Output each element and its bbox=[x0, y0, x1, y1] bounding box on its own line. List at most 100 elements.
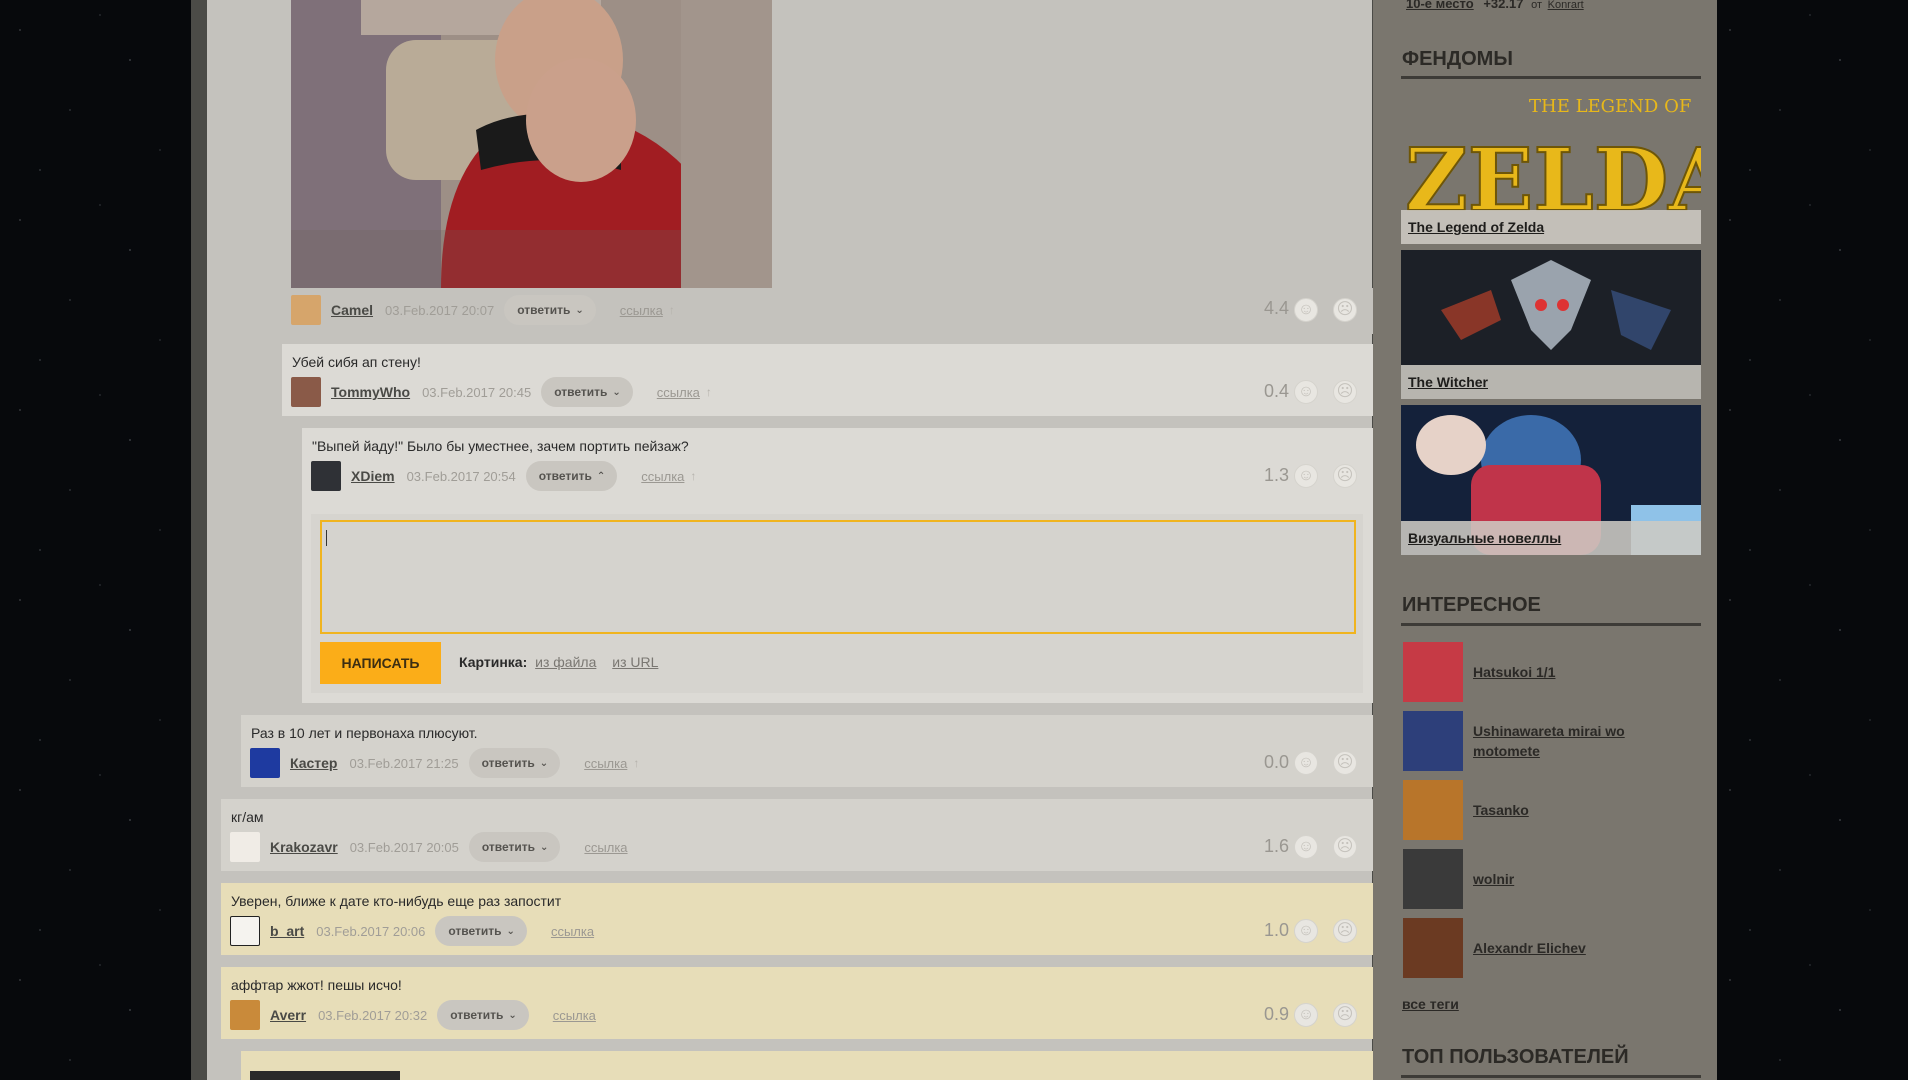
upload-from-file-link[interactable]: из файла bbox=[535, 654, 596, 670]
tag-thumbnail[interactable] bbox=[1403, 780, 1463, 840]
comment-link[interactable]: ссылка bbox=[551, 924, 594, 939]
arrow-up-icon[interactable]: ↑ bbox=[669, 303, 675, 317]
tag-item[interactable]: Tasanko bbox=[1403, 780, 1663, 840]
reply-button[interactable]: ответить ⌄ bbox=[504, 295, 596, 325]
comment-date: 03.Feb.2017 20:32 bbox=[318, 1007, 428, 1023]
comment-image[interactable] bbox=[250, 1071, 400, 1080]
comment-block bbox=[241, 1051, 1373, 1080]
comment-score: 0.4 bbox=[1263, 381, 1289, 401]
chevron-down-icon: ⌄ bbox=[508, 1009, 517, 1021]
tag-thumbnail[interactable] bbox=[1403, 642, 1463, 702]
avatar[interactable] bbox=[230, 832, 260, 862]
comment-text: Уверен, ближе к дате кто-нибудь еще раз … bbox=[231, 893, 562, 909]
all-tags-link[interactable]: все теги bbox=[1402, 996, 1459, 1012]
chevron-down-icon: ⌄ bbox=[540, 841, 549, 853]
vote-up-icon[interactable]: ☺ bbox=[1294, 835, 1318, 859]
comment-link[interactable]: ссылка bbox=[657, 385, 700, 400]
arrow-up-icon[interactable]: ↑ bbox=[690, 469, 696, 483]
chevron-down-icon: ⌄ bbox=[539, 757, 549, 769]
reply-button[interactable]: ответить ⌄ bbox=[468, 832, 561, 862]
username[interactable]: XDiem bbox=[351, 468, 395, 484]
username[interactable]: b_art bbox=[270, 923, 304, 939]
avatar[interactable] bbox=[291, 295, 321, 325]
post-image[interactable] bbox=[291, 0, 772, 288]
vote-up-icon[interactable]: ☺ bbox=[1294, 298, 1318, 322]
vote-down-icon[interactable]: ☹ bbox=[1333, 751, 1357, 775]
reply-button[interactable]: ответить ⌄ bbox=[437, 1000, 529, 1030]
tag-item[interactable]: Ushinawareta mirai wo motomete bbox=[1403, 711, 1663, 771]
avatar[interactable] bbox=[250, 748, 280, 778]
vote-down-icon[interactable]: ☹ bbox=[1333, 464, 1357, 488]
rating-score: +32.17 bbox=[1483, 0, 1524, 11]
fandom-visual-novels[interactable]: Визуальные новеллы bbox=[1401, 405, 1701, 555]
fandom-label[interactable]: The Witcher bbox=[1401, 365, 1701, 399]
rating-place[interactable]: 10-е место bbox=[1406, 0, 1474, 11]
comment-score: 1.6 bbox=[1263, 836, 1289, 856]
tag-item[interactable]: Alexandr Elichev bbox=[1403, 918, 1663, 978]
arrow-up-icon[interactable]: ↑ bbox=[633, 756, 639, 770]
vote-up-icon[interactable]: ☺ bbox=[1294, 751, 1318, 775]
upload-from-url-link[interactable]: из URL bbox=[612, 654, 658, 670]
reply-button[interactable]: ответить ⌄ bbox=[541, 377, 633, 407]
reply-button[interactable]: ответить ⌄ bbox=[468, 748, 561, 778]
username[interactable]: Krakozavr bbox=[270, 839, 338, 855]
chevron-up-icon: ⌃ bbox=[596, 470, 606, 482]
tag-item[interactable]: wolnir bbox=[1403, 849, 1663, 909]
comment-text: Раз в 10 лет и первонаха плюсуют. bbox=[251, 725, 478, 741]
top-users-title: ТОП ПОЛЬЗОВАТЕЛЕЙ bbox=[1402, 1046, 1629, 1068]
fandom-label[interactable]: The Legend of Zelda bbox=[1401, 210, 1701, 244]
tag-name[interactable]: Ushinawareta mirai wo motomete bbox=[1473, 721, 1663, 761]
avatar[interactable] bbox=[230, 916, 260, 946]
reply-button[interactable]: ответить ⌃ bbox=[525, 461, 618, 491]
comment-block: кг/ам Krakozavr 03.Feb.2017 20:05 ответи… bbox=[221, 799, 1373, 871]
vote-up-icon[interactable]: ☺ bbox=[1294, 919, 1318, 943]
chevron-down-icon: ⌄ bbox=[575, 304, 584, 316]
vote-down-icon[interactable]: ☹ bbox=[1333, 835, 1357, 859]
comment-link[interactable]: ссылка bbox=[641, 469, 684, 484]
fandom-witcher[interactable]: The Witcher bbox=[1401, 250, 1701, 399]
username[interactable]: TommyWho bbox=[331, 384, 410, 400]
reply-button[interactable]: ответить ⌄ bbox=[435, 916, 527, 946]
vote-down-icon[interactable]: ☹ bbox=[1333, 919, 1357, 943]
tag-item[interactable]: Hatsukoi 1/1 bbox=[1403, 642, 1663, 702]
vote-up-icon[interactable]: ☺ bbox=[1294, 1003, 1318, 1027]
tag-thumbnail[interactable] bbox=[1403, 918, 1463, 978]
username[interactable]: Кастер bbox=[290, 755, 337, 771]
username[interactable]: Camel bbox=[331, 302, 373, 318]
fandom-zelda[interactable]: THE LEGEND OF ZELDA The Legend of Zelda bbox=[1401, 90, 1701, 244]
avatar[interactable] bbox=[291, 377, 321, 407]
comment-date: 03.Feb.2017 20:05 bbox=[349, 839, 459, 855]
comment-block: Убей сибя ап стену! TommyWho 03.Feb.2017… bbox=[282, 344, 1373, 416]
submit-button[interactable]: НАПИСАТЬ bbox=[320, 642, 441, 684]
arrow-up-icon[interactable]: ↑ bbox=[706, 385, 712, 399]
tag-name[interactable]: Hatsukoi 1/1 bbox=[1473, 662, 1663, 682]
comment-score: 0.0 bbox=[1263, 752, 1289, 772]
divider bbox=[1401, 76, 1701, 79]
vote-down-icon[interactable]: ☹ bbox=[1333, 298, 1357, 322]
rating-strip: 10-е место +32.17 от Konrart bbox=[1406, 0, 1584, 11]
rating-user[interactable]: Konrart bbox=[1548, 0, 1584, 11]
reply-textarea[interactable] bbox=[320, 520, 1356, 634]
vote-down-icon[interactable]: ☹ bbox=[1333, 1003, 1357, 1027]
avatar[interactable] bbox=[230, 1000, 260, 1030]
vote-up-icon[interactable]: ☺ bbox=[1294, 464, 1318, 488]
chevron-down-icon: ⌄ bbox=[506, 925, 515, 937]
vote-down-icon[interactable]: ☹ bbox=[1333, 380, 1357, 404]
tag-thumbnail[interactable] bbox=[1403, 711, 1463, 771]
tag-thumbnail[interactable] bbox=[1403, 849, 1463, 909]
comment-link[interactable]: ссылка bbox=[553, 1008, 596, 1023]
comment-link[interactable]: ссылка bbox=[620, 303, 663, 318]
comment-text: аффтар жжот! пешы исчо! bbox=[231, 977, 402, 993]
vote-up-icon[interactable]: ☺ bbox=[1294, 380, 1318, 404]
reply-form: НАПИСАТЬ Картинка: из файла из URL bbox=[311, 514, 1363, 693]
tag-name[interactable]: Alexandr Elichev bbox=[1473, 938, 1663, 958]
comment-link[interactable]: ссылка bbox=[584, 840, 627, 855]
comment-link[interactable]: ссылка bbox=[584, 756, 627, 771]
tag-name[interactable]: wolnir bbox=[1473, 869, 1663, 889]
fandom-label[interactable]: Визуальные новеллы bbox=[1401, 521, 1701, 555]
comment-block: Camel 03.Feb.2017 20:07 ответить ⌄ ссылка… bbox=[282, 288, 1373, 334]
tag-name[interactable]: Tasanko bbox=[1473, 800, 1663, 820]
avatar[interactable] bbox=[311, 461, 341, 491]
username[interactable]: Averr bbox=[270, 1007, 306, 1023]
text-caret bbox=[326, 530, 327, 546]
